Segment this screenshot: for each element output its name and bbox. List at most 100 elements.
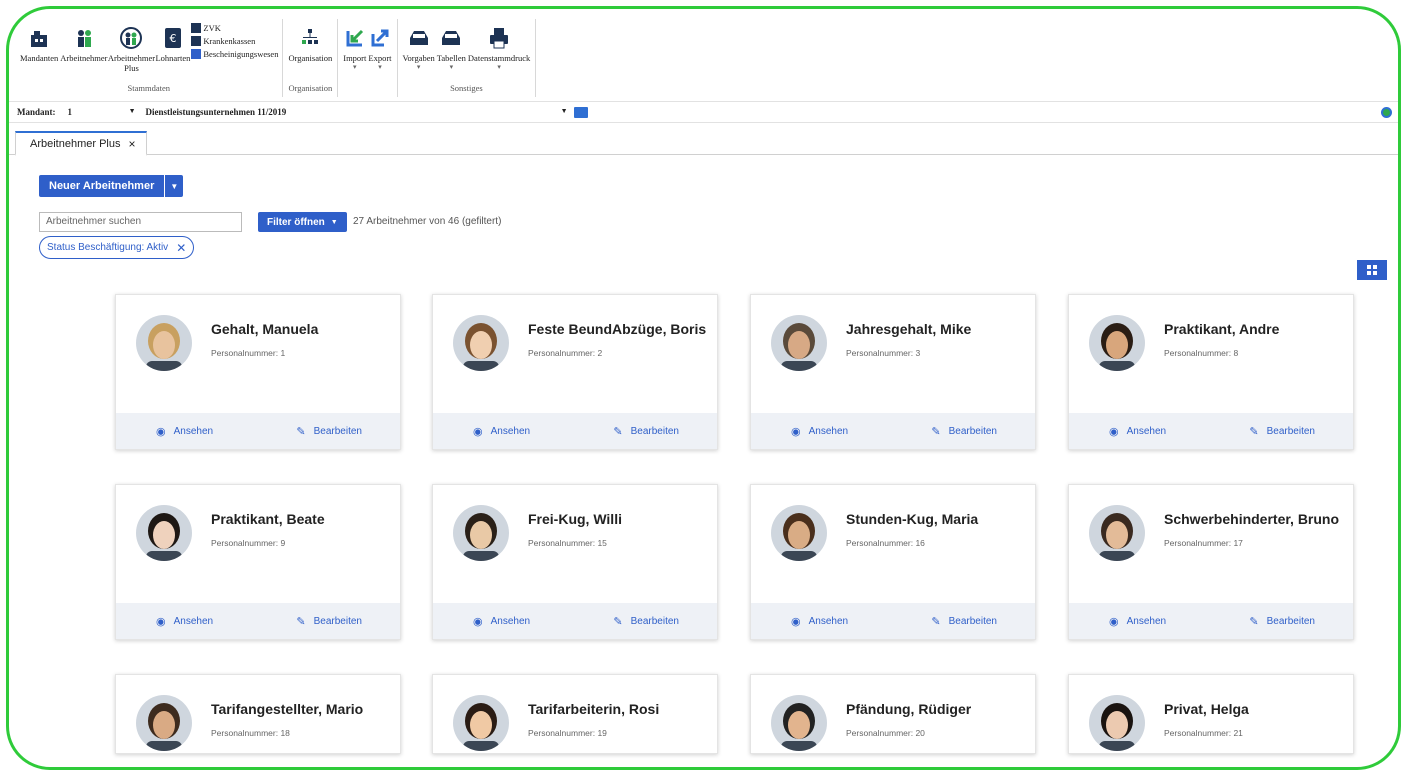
card-actions: ◉ Ansehen ✎ Bearbeiten: [116, 413, 400, 449]
edit-button[interactable]: ✎ Bearbeiten: [931, 425, 997, 438]
avatar: [136, 695, 192, 751]
view-button[interactable]: ◉ Ansehen: [791, 615, 848, 628]
employee-name: Stunden-Kug, Maria: [846, 511, 979, 527]
edit-button[interactable]: ✎ Bearbeiten: [296, 425, 362, 438]
employee-card[interactable]: Praktikant, Andre Personalnummer: 8 ◉ Anseh…: [1068, 294, 1354, 450]
card-actions: ◉ Ansehen ✎ Bearbeiten: [751, 603, 1035, 639]
edit-label: Bearbeiten: [313, 615, 362, 627]
employee-card[interactable]: Jahresgehalt, Mike Personalnummer: 3 ◉ Anse…: [750, 294, 1036, 450]
eye-icon: ◉: [156, 615, 166, 628]
edit-label: Bearbeiten: [948, 425, 997, 437]
employee-name: Jahresgehalt, Mike: [846, 321, 972, 337]
avatar: [1089, 315, 1145, 371]
app-window: Mandanten Arbeitnehmer Arbeitnehmer Plus: [6, 6, 1401, 770]
card-actions: ◉ Ansehen ✎ Bearbeiten: [751, 413, 1035, 449]
edit-label: Bearbeiten: [1266, 615, 1315, 627]
card-actions: ◉ Ansehen ✎ Bearbeiten: [433, 603, 717, 639]
edit-label: Bearbeiten: [948, 615, 997, 627]
card-actions: ◉ Ansehen ✎ Bearbeiten: [433, 413, 717, 449]
employee-card[interactable]: Tarifangestellter, Mario Personalnummer: …: [115, 674, 401, 754]
view-label: Ansehen: [173, 615, 214, 627]
view-button[interactable]: ◉ Ansehen: [473, 425, 530, 438]
edit-button[interactable]: ✎ Bearbeiten: [613, 425, 679, 438]
employee-number: Personalnummer: 16: [846, 538, 925, 548]
employee-number: Personalnummer: 19: [528, 728, 607, 738]
edit-button[interactable]: ✎ Bearbeiten: [1249, 425, 1315, 438]
employee-card[interactable]: Tarifarbeiterin, Rosi Personalnummer: 19: [432, 674, 718, 754]
employee-name: Gehalt, Manuela: [211, 321, 319, 337]
pencil-icon: ✎: [613, 615, 623, 628]
view-label: Ansehen: [1126, 425, 1167, 437]
view-button[interactable]: ◉ Ansehen: [791, 425, 848, 438]
pencil-icon: ✎: [1249, 615, 1259, 628]
employee-name: Frei-Kug, Willi: [528, 511, 622, 527]
view-label: Ansehen: [490, 425, 531, 437]
employee-number: Personalnummer: 15: [528, 538, 607, 548]
employee-card[interactable]: Stunden-Kug, Maria Personalnummer: 16 ◉ Ans…: [750, 484, 1036, 640]
pencil-icon: ✎: [296, 425, 306, 438]
avatar: [453, 315, 509, 371]
pencil-icon: ✎: [931, 425, 941, 438]
eye-icon: ◉: [1109, 615, 1119, 628]
avatar: [136, 315, 192, 371]
eye-icon: ◉: [1109, 425, 1119, 438]
edit-button[interactable]: ✎ Bearbeiten: [1249, 615, 1315, 628]
view-label: Ansehen: [490, 615, 531, 627]
pencil-icon: ✎: [613, 425, 623, 438]
employee-name: Praktikant, Andre: [1164, 321, 1280, 337]
employee-number: Personalnummer: 8: [1164, 348, 1239, 358]
employee-card[interactable]: Praktikant, Beate Personalnummer: 9 ◉ Anseh…: [115, 484, 401, 640]
edit-label: Bearbeiten: [313, 425, 362, 437]
employee-name: Pfändung, Rüdiger: [846, 701, 972, 717]
employee-name: Feste BeundAbzüge, Boris: [528, 321, 707, 337]
edit-button[interactable]: ✎ Bearbeiten: [931, 615, 997, 628]
employee-card[interactable]: Privat, Helga Personalnummer: 21: [1068, 674, 1354, 754]
employee-number: Personalnummer: 17: [1164, 538, 1243, 548]
employee-card[interactable]: Frei-Kug, Willi Personalnummer: 15 ◉ Ansehe…: [432, 484, 718, 640]
eye-icon: ◉: [156, 425, 166, 438]
employee-number: Personalnummer: 3: [846, 348, 921, 358]
view-label: Ansehen: [808, 425, 849, 437]
view-button[interactable]: ◉ Ansehen: [1109, 615, 1166, 628]
employee-number: Personalnummer: 20: [846, 728, 925, 738]
avatar: [136, 505, 192, 561]
card-actions: ◉ Ansehen ✎ Bearbeiten: [1069, 413, 1353, 449]
employee-number: Personalnummer: 1: [211, 348, 286, 358]
employee-number: Personalnummer: 18: [211, 728, 290, 738]
avatar: [1089, 695, 1145, 751]
employee-name: Tarifangestellter, Mario: [211, 701, 364, 717]
employee-card[interactable]: Schwerbehinderter, Bruno Personalnummer: …: [1068, 484, 1354, 640]
view-label: Ansehen: [1126, 615, 1167, 627]
eye-icon: ◉: [473, 425, 483, 438]
eye-icon: ◉: [473, 615, 483, 628]
edit-button[interactable]: ✎ Bearbeiten: [296, 615, 362, 628]
view-button[interactable]: ◉ Ansehen: [473, 615, 530, 628]
avatar: [771, 505, 827, 561]
avatar: [453, 505, 509, 561]
eye-icon: ◉: [791, 615, 801, 628]
employee-number: Personalnummer: 9: [211, 538, 286, 548]
employee-name: Praktikant, Beate: [211, 511, 325, 527]
edit-button[interactable]: ✎ Bearbeiten: [613, 615, 679, 628]
employee-number: Personalnummer: 21: [1164, 728, 1243, 738]
view-button[interactable]: ◉ Ansehen: [156, 615, 213, 628]
view-button[interactable]: ◉ Ansehen: [156, 425, 213, 438]
view-label: Ansehen: [173, 425, 214, 437]
card-actions: ◉ Ansehen ✎ Bearbeiten: [1069, 603, 1353, 639]
view-button[interactable]: ◉ Ansehen: [1109, 425, 1166, 438]
edit-label: Bearbeiten: [630, 615, 679, 627]
edit-label: Bearbeiten: [1266, 425, 1315, 437]
employee-card[interactable]: Gehalt, Manuela Personalnummer: 1 ◉ Ansehen…: [115, 294, 401, 450]
employee-name: Schwerbehinderter, Bruno: [1164, 511, 1340, 527]
employee-name: Tarifarbeiterin, Rosi: [528, 701, 660, 717]
employee-card-grid: Gehalt, Manuela Personalnummer: 1 ◉ Ansehen…: [9, 9, 1398, 767]
eye-icon: ◉: [791, 425, 801, 438]
avatar: [771, 695, 827, 751]
employee-card[interactable]: Feste BeundAbzüge, Boris Personalnummer: …: [432, 294, 718, 450]
employee-card[interactable]: Pfändung, Rüdiger Personalnummer: 20: [750, 674, 1036, 754]
card-actions: ◉ Ansehen ✎ Bearbeiten: [116, 603, 400, 639]
pencil-icon: ✎: [296, 615, 306, 628]
pencil-icon: ✎: [1249, 425, 1259, 438]
view-label: Ansehen: [808, 615, 849, 627]
pencil-icon: ✎: [931, 615, 941, 628]
